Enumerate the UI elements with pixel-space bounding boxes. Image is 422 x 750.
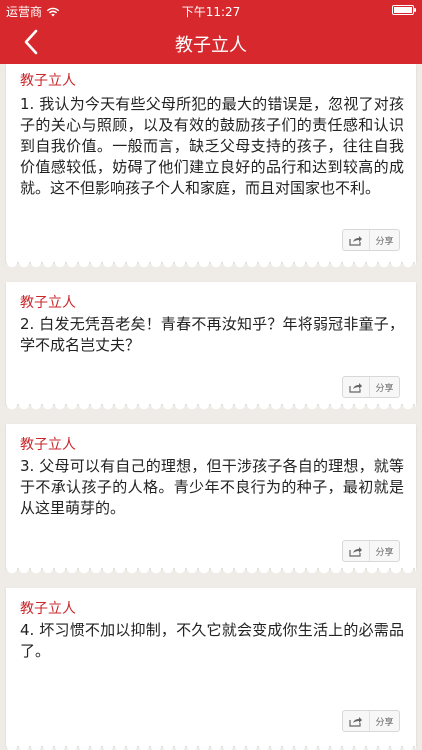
- card-text: 3. 父母可以有自己的理想，但干涉孩子各自的理想，就等于不承认孩子的人格。青少年…: [20, 457, 404, 517]
- share-icon: [343, 541, 370, 561]
- share-label: 分享: [375, 236, 394, 247]
- card-heading: 教子立人: [20, 295, 76, 311]
- share-label: 分享: [375, 383, 394, 394]
- list-item: 教子立人 4. 坏习惯不加以抑制，不久它就会变成你生活上的必需品了。 分享: [6, 588, 416, 750]
- share-icon: [343, 230, 370, 250]
- page-title: 教子立人: [175, 35, 247, 56]
- share-button[interactable]: 分享: [342, 710, 400, 732]
- content-list[interactable]: 教子立人 1. 我认为今天有些父母所犯的最大的错误是，忽视了对孩子的关心与照顾，…: [0, 64, 422, 750]
- status-time: 下午11:27: [181, 5, 241, 19]
- share-icon: [343, 377, 370, 397]
- list-item: 教子立人 3. 父母可以有自己的理想，但干涉孩子各自的理想，就等于不承认孩子的人…: [6, 424, 416, 574]
- status-bar: 运营商 下午11:27: [0, 0, 422, 20]
- card-heading: 教子立人: [20, 601, 76, 617]
- share-button[interactable]: 分享: [342, 229, 400, 251]
- card-heading: 教子立人: [20, 437, 76, 453]
- card-text: 1. 我认为今天有些父母所犯的最大的错误是，忽视了对孩子的关心与照顾，以及有效的…: [20, 95, 404, 197]
- list-item: 教子立人 1. 我认为今天有些父母所犯的最大的错误是，忽视了对孩子的关心与照顾，…: [6, 64, 416, 268]
- card-text: 4. 坏习惯不加以抑制，不久它就会变成你生活上的必需品了。: [20, 621, 404, 660]
- share-icon: [343, 711, 370, 731]
- card-heading: 教子立人: [20, 73, 76, 89]
- share-label: 分享: [375, 717, 394, 728]
- card-text: 2. 白发无凭吾老矣！青春不再汝知乎？年将弱冠非童子，学不成名岂丈夫？: [20, 315, 404, 354]
- share-button[interactable]: 分享: [342, 540, 400, 562]
- list-item: 教子立人 2. 白发无凭吾老矣！青春不再汝知乎？年将弱冠非童子，学不成名岂丈夫？…: [6, 282, 416, 410]
- navigation-bar: 教子立人: [0, 20, 422, 64]
- battery-icon: [392, 5, 416, 15]
- share-label: 分享: [375, 547, 394, 558]
- share-button[interactable]: 分享: [342, 376, 400, 398]
